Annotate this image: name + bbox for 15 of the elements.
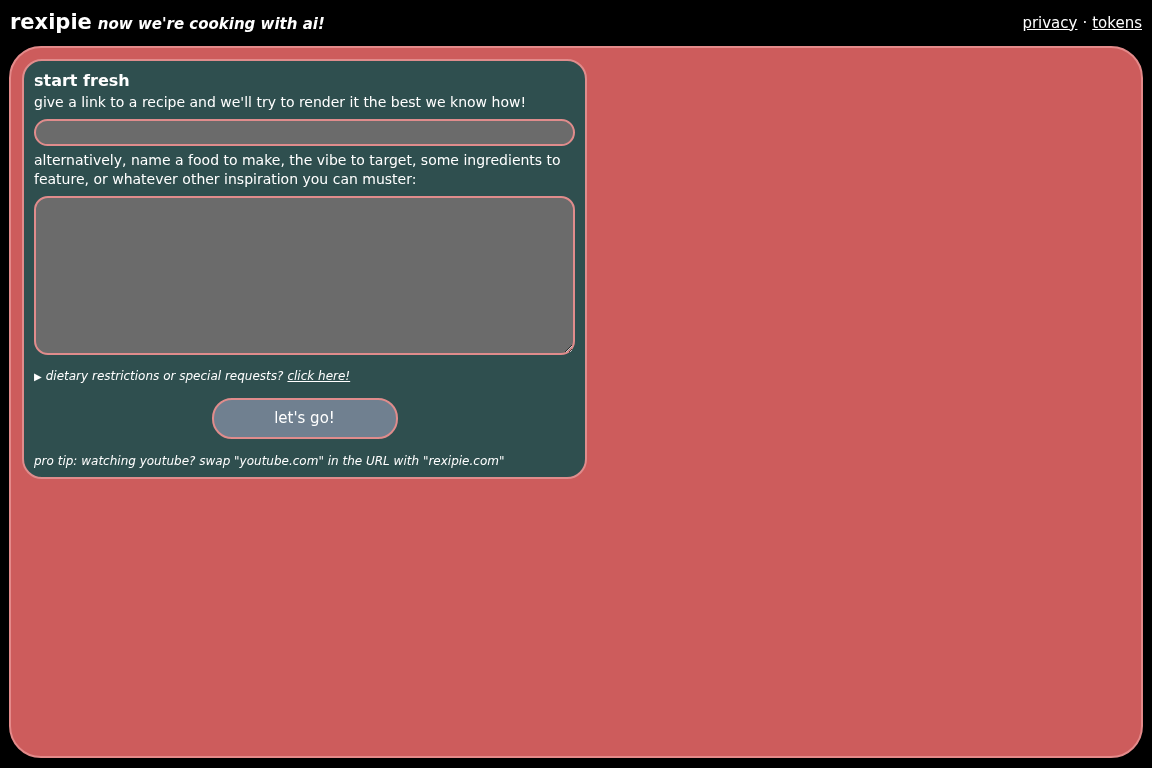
pro-tip: pro tip: watching youtube? swap "youtube.com" in the URL with "rexipie.com" [34,453,506,469]
disclosure-text: dietary restrictions or special requests? [45,368,284,385]
logo: rexipie [10,9,92,37]
submit-button[interactable]: let's go! [211,398,398,439]
link-field[interactable] [34,119,575,146]
tagline: now we're cooking with ai! [97,14,325,36]
nav-link[interactable]: privacy [1022,11,1078,35]
idea-field[interactable] [34,196,575,355]
idea-prompt: alternatively, name a food to make, the vibe to target, some ingredients to feature, or whatever other inspiration you can muster: [34,151,562,189]
disclosure-marker[interactable]: ▶ [34,368,42,384]
separator: · [1082,12,1088,34]
click-here-link[interactable]: click here! [287,367,351,385]
nav-link[interactable]: tokens [1092,11,1142,35]
link-prompt: give a link to a recipe and we'll try to render it the best we know how! [34,93,527,112]
card-title: start fresh [34,70,131,92]
